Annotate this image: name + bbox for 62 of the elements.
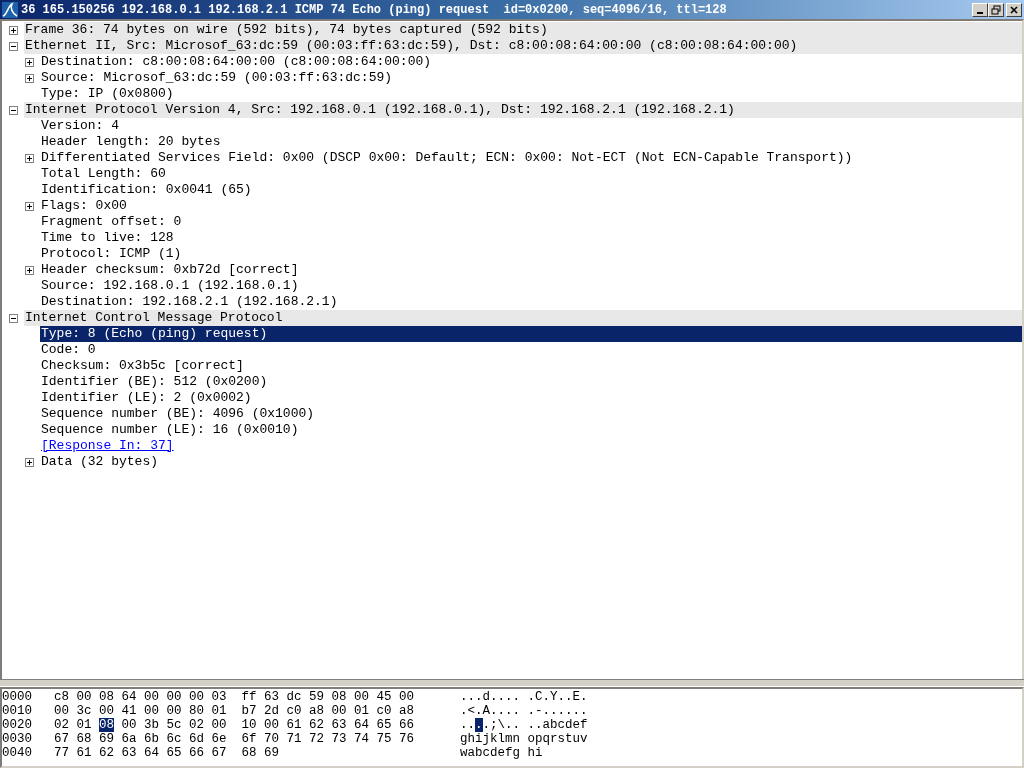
tree-item[interactable]: Flags: 0x00 xyxy=(40,198,127,214)
tree-item[interactable]: Ethernet II, Src: Microsof_63:dc:59 (00:03:ff:63:dc:59), Dst: c8:00:08:64:00:00 (c8:00:08:64:00:00) xyxy=(24,38,1022,54)
hex-bytes: 67 68 69 6a 6b 6c 6d 6e 6f 70 71 72 73 74 75 76 xyxy=(54,732,416,746)
tree-item[interactable]: Data (32 bytes) xyxy=(40,454,159,470)
collapse-icon[interactable] xyxy=(9,105,18,115)
tree-item[interactable]: Header length: 20 bytes xyxy=(40,134,221,150)
minimize-icon xyxy=(977,11,983,14)
tree-item[interactable]: Type: IP (0x0800) xyxy=(40,86,174,102)
tree-item[interactable]: Protocol: ICMP (1) xyxy=(40,246,182,262)
ascii-text: ...d.... .C.Y..E. xyxy=(460,690,588,704)
offset-text: 0020 xyxy=(2,718,33,732)
expand-icon[interactable] xyxy=(9,25,18,35)
expand-icon[interactable] xyxy=(25,57,34,67)
hex-bytes: 77 61 62 63 64 65 66 67 68 69 xyxy=(54,746,281,760)
tree-item[interactable]: Total Length: 60 xyxy=(40,166,166,182)
offset-text: 0010 xyxy=(2,704,33,718)
expand-icon[interactable] xyxy=(25,73,34,83)
collapse-icon[interactable] xyxy=(9,313,18,323)
tree-item[interactable]: Differentiated Services Field: 0x00 (DSCP 0x00: Default; ECN: 0x00: Not-ECT (Not ECN-Capable Transport)) xyxy=(40,150,853,166)
tree-item[interactable]: Header checksum: 0xb72d [correct] xyxy=(40,262,299,278)
offset-text: 0000 xyxy=(2,690,33,704)
hex-bytes: c8 00 08 64 00 00 00 03 ff 63 dc 59 08 00 45 00 xyxy=(54,690,416,704)
minimize-button[interactable] xyxy=(972,2,988,17)
tree-item[interactable]: Destination: 192.168.2.1 (192.168.2.1) xyxy=(40,294,338,310)
offset-text: 0030 xyxy=(2,732,33,746)
response-link[interactable]: [Response In: 37] xyxy=(40,438,174,454)
restore-icon xyxy=(991,4,1001,15)
expand-icon[interactable] xyxy=(25,153,34,163)
offset-text: 0040 xyxy=(2,746,33,760)
shark-fin-icon xyxy=(2,1,18,18)
tree-item[interactable]: Internet Protocol Version 4, Src: 192.168.0.1 (192.168.0.1), Dst: 192.168.2.1 (192.168.2.1) xyxy=(24,102,1022,118)
tree-item[interactable]: Internet Control Message Protocol xyxy=(24,310,1022,326)
tree-item[interactable]: Identification: 0x0041 (65) xyxy=(40,182,252,198)
tree-item[interactable]: Time to live: 128 xyxy=(40,230,174,246)
tree-item[interactable]: Identifier (BE): 512 (0x0200) xyxy=(40,374,268,390)
tree-item[interactable]: Sequence number (LE): 16 (0x0010) xyxy=(40,422,299,438)
close-button[interactable] xyxy=(1006,2,1022,17)
tree-item[interactable]: Fragment offset: 0 xyxy=(40,214,182,230)
tree-item[interactable]: Code: 0 xyxy=(40,342,96,358)
ascii-text: .<.A.... .-...... xyxy=(460,704,588,718)
tree-item[interactable]: Sequence number (BE): 4096 (0x1000) xyxy=(40,406,315,422)
restore-button[interactable] xyxy=(988,2,1004,17)
tree-item[interactable]: Source: 192.168.0.1 (192.168.0.1) xyxy=(40,278,299,294)
collapse-icon[interactable] xyxy=(9,41,18,51)
expand-icon[interactable] xyxy=(25,457,34,467)
ascii-text: wabcdefg hi xyxy=(460,746,543,760)
close-icon xyxy=(1009,4,1019,15)
expand-icon[interactable] xyxy=(25,265,34,275)
tree-item[interactable]: Identifier (LE): 2 (0x0002) xyxy=(40,390,252,406)
pane-splitter[interactable] xyxy=(0,679,1024,687)
hex-bytes: 02 01 08 00 3b 5c 02 00 10 00 61 62 63 64 65 66 xyxy=(54,718,416,732)
tree-item[interactable]: Checksum: 0x3b5c [correct] xyxy=(40,358,244,374)
ascii-text: ....;\.. ..abcdef xyxy=(460,718,588,732)
tree-item[interactable]: Version: 4 xyxy=(40,118,119,134)
tree-item[interactable]: Type: 8 (Echo (ping) request) xyxy=(40,326,1022,342)
tree-item[interactable]: Destination: c8:00:08:64:00:00 (c8:00:08:64:00:00) xyxy=(40,54,432,70)
expand-icon[interactable] xyxy=(25,201,34,211)
hex-bytes: 00 3c 00 41 00 00 80 01 b7 2d c0 a8 00 01 c0 a8 xyxy=(54,704,416,718)
tree-item[interactable]: Source: Microsof_63:dc:59 (00:03:ff:63:dc:59) xyxy=(40,70,393,86)
tree-item[interactable]: Frame 36: 74 bytes on wire (592 bits), 74 bytes captured (592 bits) xyxy=(24,22,1022,38)
ascii-text: ghijklmn opqrstuv xyxy=(460,732,588,746)
window-title: 36 165.150256 192.168.0.1 192.168.2.1 ICMP 74 Echo (ping) request id=0x0200, seq=4096/16, ttl=128 xyxy=(21,2,728,17)
